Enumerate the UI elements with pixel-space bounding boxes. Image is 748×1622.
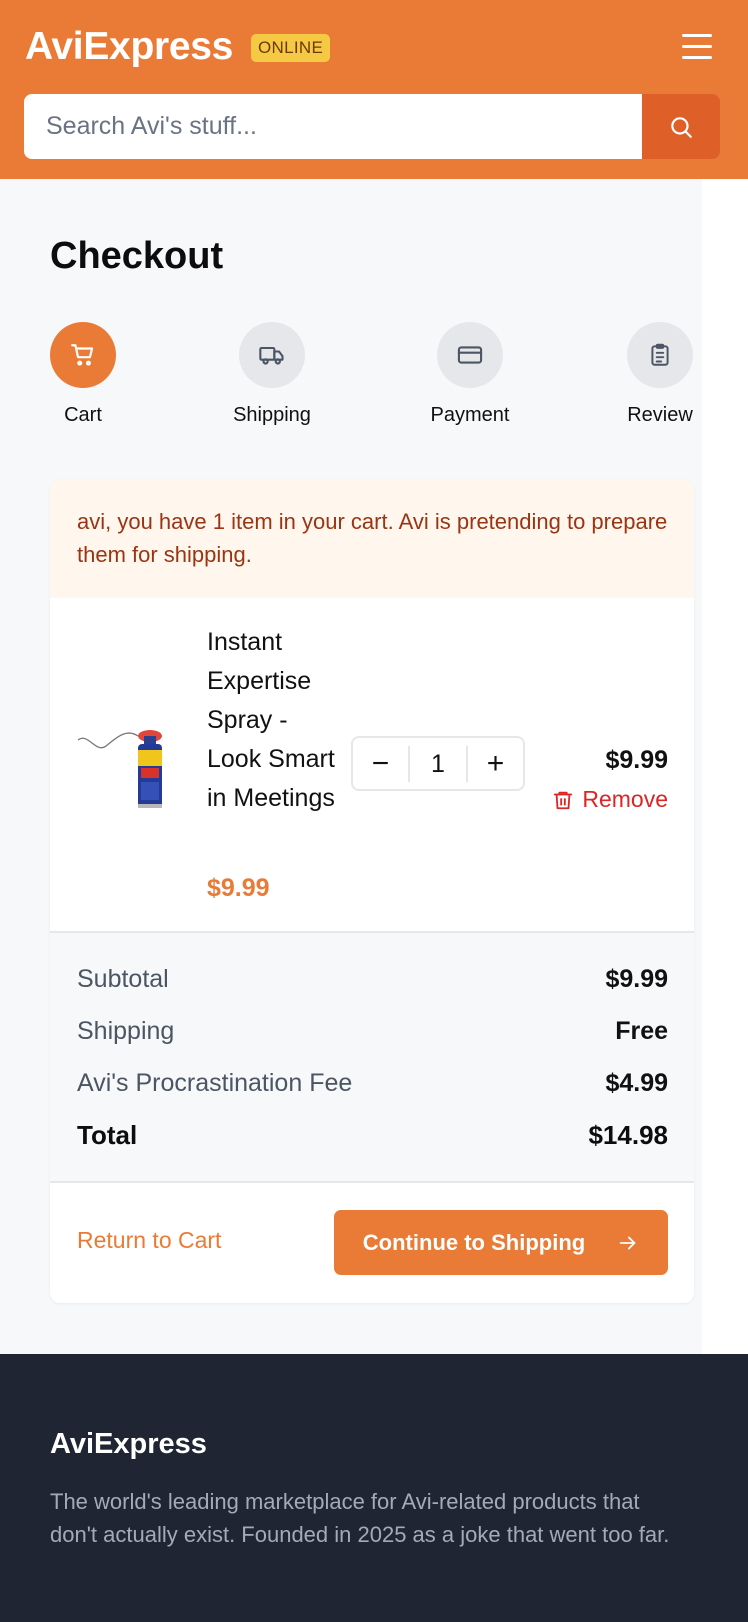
site-footer: AviExpress The world's leading marketpla… — [0, 1354, 748, 1622]
checkout-main: Checkout Cart Shipping Payment Review av… — [0, 179, 702, 1354]
summary-value: $9.99 — [605, 965, 668, 993]
remove-button[interactable]: Remove — [552, 786, 668, 813]
hamburger-menu-icon[interactable] — [682, 34, 716, 64]
footer-brand: AviExpress — [50, 1428, 207, 1460]
summary-label: Subtotal — [77, 965, 169, 993]
brand-logo[interactable]: AviExpress — [25, 25, 233, 69]
decrement-button[interactable]: − — [353, 738, 408, 789]
step-cart[interactable]: Cart — [13, 322, 153, 427]
online-badge: ONLINE — [251, 34, 331, 62]
summary-row-shipping: Shipping Free — [77, 1013, 668, 1065]
trash-icon — [554, 791, 573, 809]
product-name[interactable]: Instant Expertise Spray - Look Smart in … — [207, 623, 347, 818]
step-label: Payment — [430, 404, 510, 426]
search-icon — [671, 116, 692, 138]
remove-label: Remove — [582, 786, 668, 812]
continue-label: Continue to Shipping — [362, 1229, 586, 1255]
summary-label: Shipping — [77, 1017, 175, 1045]
checkout-steps: Cart Shipping Payment Review — [0, 322, 702, 432]
site-header: AviExpress ONLINE — [0, 0, 748, 179]
search-button[interactable] — [642, 94, 720, 159]
summary-value: Free — [615, 1017, 668, 1045]
line-total: $9.99 — [605, 746, 668, 774]
return-to-cart-link[interactable]: Return to Cart — [77, 1227, 221, 1254]
credit-card-icon — [437, 322, 503, 388]
checkout-actions: Return to Cart Continue to Shipping — [50, 1183, 694, 1303]
quantity-stepper: − 1 + — [351, 736, 525, 791]
step-review[interactable]: Review — [590, 322, 730, 427]
order-summary: Subtotal $9.99 Shipping Free Avi's Procr… — [50, 933, 694, 1183]
summary-label: Total — [77, 1120, 138, 1150]
quantity-value[interactable]: 1 — [408, 745, 468, 782]
summary-value: $14.98 — [588, 1120, 668, 1150]
product-image — [77, 730, 162, 808]
cart-item: Instant Expertise Spray - Look Smart in … — [50, 598, 694, 933]
arrow-right-icon — [619, 1236, 636, 1249]
step-label: Review — [627, 404, 693, 426]
search-input[interactable] — [24, 94, 642, 159]
cart-card: avi, you have 1 item in your cart. Avi i… — [50, 480, 694, 1303]
cart-notice: avi, you have 1 item in your cart. Avi i… — [50, 480, 694, 598]
truck-icon — [239, 322, 305, 388]
step-label: Shipping — [233, 404, 311, 426]
step-label: Cart — [64, 404, 102, 426]
step-shipping[interactable]: Shipping — [202, 322, 342, 427]
step-payment[interactable]: Payment — [400, 322, 540, 427]
summary-row-fee: Avi's Procrastination Fee $4.99 — [77, 1065, 668, 1117]
page-title: Checkout — [50, 235, 224, 277]
summary-row-total: Total $14.98 — [77, 1117, 668, 1169]
increment-button[interactable]: + — [468, 738, 523, 789]
product-price: $9.99 — [207, 874, 270, 902]
continue-to-shipping-button[interactable]: Continue to Shipping — [334, 1210, 668, 1275]
clipboard-icon — [627, 322, 693, 388]
summary-label: Avi's Procrastination Fee — [77, 1069, 353, 1097]
cart-icon — [50, 322, 116, 388]
summary-row-subtotal: Subtotal $9.99 — [77, 961, 668, 1013]
footer-description: The world's leading marketplace for Avi-… — [50, 1489, 670, 1547]
summary-value: $4.99 — [605, 1069, 668, 1097]
